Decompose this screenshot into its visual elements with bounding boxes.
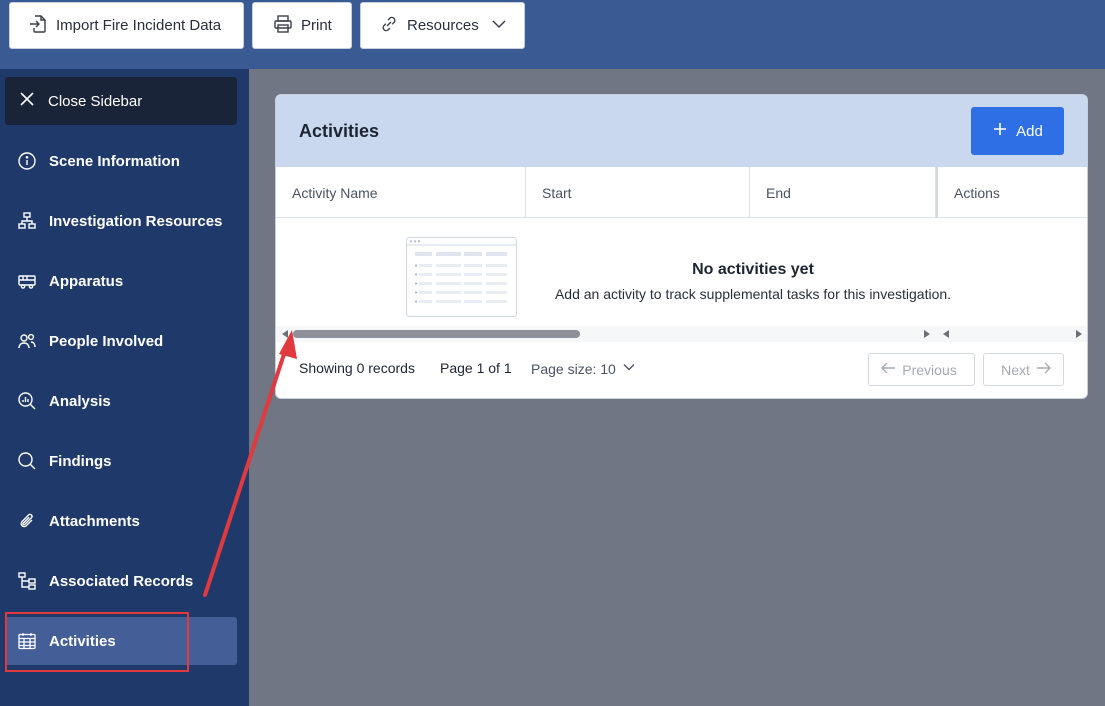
people-icon (16, 330, 38, 352)
previous-page-button[interactable]: Previous (868, 353, 975, 386)
resources-dropdown-button[interactable]: Resources (360, 2, 525, 49)
close-icon (19, 91, 35, 111)
sidebar-item-label: Attachments (49, 512, 140, 530)
sidebar-item-findings[interactable]: Findings (5, 437, 237, 485)
panel-header: Activities Add (276, 95, 1087, 167)
plus-icon (992, 121, 1008, 141)
page-indicator: Page 1 of 1 (440, 360, 512, 376)
search-icon (16, 450, 38, 472)
column-header-activity-name[interactable]: Activity Name (276, 167, 526, 218)
print-button[interactable]: Print (252, 2, 352, 49)
sidebar-item-label: People Involved (49, 332, 164, 350)
chevron-down-icon (622, 360, 636, 377)
arrow-right-icon (1036, 361, 1052, 378)
sidebar-item-analysis[interactable]: Analysis (5, 377, 237, 425)
next-button-label: Next (1001, 361, 1030, 378)
top-toolbar: Import Fire Incident Data Print Resource… (0, 0, 1105, 69)
panel-title: Activities (299, 121, 380, 141)
annotation-highlight-box (5, 612, 189, 672)
sidebar-item-label: Apparatus (49, 272, 124, 290)
add-activity-button[interactable]: Add (971, 107, 1064, 155)
scrollbar-thumb[interactable] (293, 330, 580, 338)
sidebar-item-label: Analysis (49, 392, 111, 410)
horizontal-scrollbar[interactable] (276, 326, 1087, 342)
sidebar: Close Sidebar Scene Information Investig… (0, 69, 249, 706)
sidebar-item-scene-information[interactable]: Scene Information (5, 137, 237, 185)
column-header-end[interactable]: End (750, 167, 936, 218)
chevron-down-icon (491, 16, 507, 36)
arrow-left-icon (880, 361, 896, 378)
empty-state-title: No activities yet (692, 261, 814, 278)
scroll-right-arrow-pinned[interactable] (1076, 330, 1082, 338)
sidebar-item-label: Associated Records (49, 572, 194, 590)
next-page-button[interactable]: Next (983, 353, 1064, 386)
column-header-start[interactable]: Start (526, 167, 750, 218)
previous-button-label: Previous (902, 361, 957, 378)
scroll-left-arrow-pinned[interactable] (943, 330, 949, 338)
info-icon (16, 150, 38, 172)
scroll-left-arrow[interactable] (282, 330, 288, 338)
sidebar-item-label: Investigation Resources (49, 212, 223, 230)
sidebar-item-people-involved[interactable]: People Involved (5, 317, 237, 365)
analysis-icon (16, 390, 38, 412)
record-count: Showing 0 records (299, 360, 415, 376)
link-icon (379, 14, 399, 38)
pagination-footer: Showing 0 records Page 1 of 1 Page size:… (276, 342, 1087, 398)
empty-state: No activities yet Add an activity to tra… (276, 218, 1087, 326)
printer-icon (273, 14, 293, 38)
table-header: Activity Name Start End Actions (276, 167, 1087, 218)
sidebar-item-associated-records[interactable]: Associated Records (5, 557, 237, 605)
close-sidebar-label: Close Sidebar (48, 92, 143, 110)
sidebar-item-label: Findings (49, 452, 112, 470)
import-button-label: Import Fire Incident Data (56, 17, 222, 34)
import-icon (28, 14, 48, 38)
hierarchy-icon (16, 570, 38, 592)
close-sidebar-button[interactable]: Close Sidebar (5, 77, 237, 125)
fire-truck-icon (16, 270, 38, 292)
page-size-label: Page size: 10 (531, 360, 616, 377)
sidebar-item-apparatus[interactable]: Apparatus (5, 257, 237, 305)
print-button-label: Print (301, 17, 332, 34)
empty-table-illustration (406, 237, 517, 317)
sidebar-item-attachments[interactable]: Attachments (5, 497, 237, 545)
scroll-right-arrow[interactable] (924, 330, 930, 338)
resources-button-label: Resources (407, 17, 479, 34)
sidebar-item-label: Scene Information (49, 152, 180, 170)
add-button-label: Add (1016, 122, 1043, 140)
activities-panel: Activities Add Activity Name Start End A… (275, 94, 1088, 399)
column-header-actions: Actions (936, 167, 1087, 218)
import-fire-incident-data-button[interactable]: Import Fire Incident Data (9, 2, 244, 49)
org-chart-icon (16, 210, 38, 232)
sidebar-item-investigation-resources[interactable]: Investigation Resources (5, 197, 237, 245)
paperclip-icon (16, 510, 38, 532)
empty-state-description: Add an activity to track supplemental ta… (554, 286, 952, 302)
page-size-select[interactable]: Page size: 10 (531, 360, 636, 377)
